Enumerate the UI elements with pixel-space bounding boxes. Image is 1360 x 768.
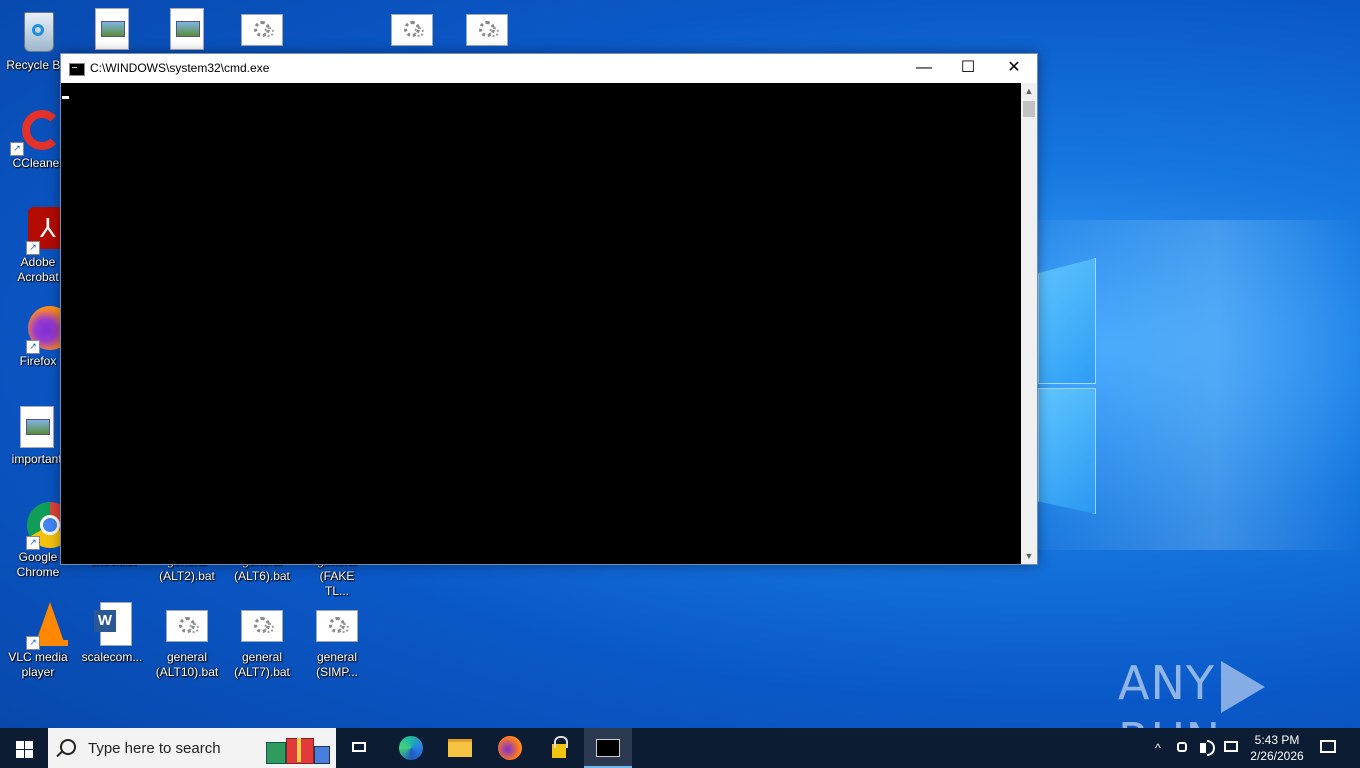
general-alt7-label: general (ALT7).bat <box>234 650 290 679</box>
batch-file-icon <box>166 610 208 642</box>
shortcut-arrow-icon: ↗ <box>26 241 40 255</box>
batch-file-icon <box>466 14 508 46</box>
console-app-icon <box>596 739 620 757</box>
taskbar-clock[interactable]: 5:43 PM 2/26/2026 <box>1244 732 1310 764</box>
taskbar-file-explorer[interactable] <box>436 728 484 768</box>
cmd-window[interactable]: C:\WINDOWS\system32\cmd.exe — ☐ ✕ ▲ ▼ <box>60 53 1038 565</box>
chrome-icon: ↗ <box>14 500 73 550</box>
wallpaper-windows-logo <box>1038 258 1096 514</box>
scroll-down-arrow-icon[interactable]: ▼ <box>1021 548 1037 564</box>
batch-file-icon <box>391 14 433 46</box>
tray-overflow-chevron[interactable]: ^ <box>1148 728 1168 768</box>
notification-center-button[interactable] <box>1312 728 1344 768</box>
tray-network[interactable] <box>1220 728 1242 768</box>
vlc-icon: ↗ <box>14 600 68 650</box>
cmd-titlebar[interactable]: C:\WINDOWS\system32\cmd.exe — ☐ ✕ <box>61 54 1037 83</box>
desktop-icon-general-alt7[interactable]: general (ALT7).bat <box>224 600 300 680</box>
general-simp-label: general (SIMP... <box>316 650 358 679</box>
desktop-icon-image-file-2[interactable] <box>149 4 225 54</box>
batch-file-icon <box>241 14 283 46</box>
clock-time: 5:43 PM <box>1254 733 1300 747</box>
desktop-icon-bat-top-1[interactable] <box>224 4 300 54</box>
minimize-button[interactable]: — <box>901 54 947 83</box>
task-view-icon <box>352 742 366 752</box>
batch-file-icon <box>316 610 358 642</box>
cmd-window-title: C:\WINDOWS\system32\cmd.exe <box>90 61 270 75</box>
recycle-bin-icon <box>14 8 62 56</box>
maximize-button[interactable]: ☐ <box>945 54 991 83</box>
console-app-icon <box>69 63 85 76</box>
edge-icon <box>399 736 423 760</box>
task-view-button[interactable] <box>336 728 384 768</box>
notification-icon <box>1320 740 1336 753</box>
taskbar-cmd[interactable] <box>584 728 632 768</box>
shortcut-arrow-icon: ↗ <box>26 636 40 650</box>
taskbar-search-box[interactable]: Type here to search <box>48 728 336 768</box>
image-file-icon <box>20 406 54 448</box>
firefox-icon <box>498 736 522 760</box>
anyrun-watermark: ANYRUN <box>1118 656 1360 767</box>
adobe-acrobat-label: Adobe Acrobat <box>17 255 59 284</box>
taskbar-edge[interactable] <box>386 728 434 768</box>
scalecom-label: scalecom... <box>81 650 143 664</box>
desktop-icon-general-alt10[interactable]: general (ALT10).bat <box>149 600 225 680</box>
shortcut-arrow-icon: ↗ <box>10 142 24 156</box>
scroll-up-arrow-icon[interactable]: ▲ <box>1021 83 1037 99</box>
image-file-icon <box>170 8 204 50</box>
desktop-icon-general-simp[interactable]: general (SIMP... <box>299 600 375 680</box>
scrollbar-thumb[interactable] <box>1023 101 1035 117</box>
text-cursor <box>62 96 69 99</box>
batch-file-icon <box>241 610 283 642</box>
tray-meet-now[interactable] <box>1172 728 1194 768</box>
image-file-icon <box>95 8 129 50</box>
camera-icon <box>1177 742 1187 752</box>
watermark-any: ANY <box>1118 656 1215 710</box>
start-button[interactable] <box>0 728 48 768</box>
chrome-label: Google Chrome <box>16 550 60 579</box>
word-document-icon: W <box>88 600 136 648</box>
network-icon <box>1224 741 1238 752</box>
adobe-acrobat-icon: ⅄ ↗ <box>14 205 72 255</box>
tray-volume[interactable] <box>1196 728 1218 768</box>
desktop-icon-bat-top-3[interactable] <box>449 4 525 54</box>
firefox-icon: ↗ <box>14 304 72 354</box>
taskbar-lock-app[interactable] <box>536 728 584 768</box>
desktop-icon-vlc[interactable]: ↗ VLC media player <box>0 600 76 680</box>
general-alt10-label: general (ALT10).bat <box>155 650 219 679</box>
shortcut-arrow-icon: ↗ <box>26 340 40 354</box>
windows-start-icon <box>16 741 24 749</box>
clock-date: 2/26/2026 <box>1250 749 1304 763</box>
taskbar-firefox[interactable] <box>486 728 534 768</box>
vlc-label: VLC media player <box>8 650 68 679</box>
ccleaner-icon: ↗ <box>10 106 62 156</box>
play-triangle-icon <box>1220 660 1265 713</box>
vertical-scrollbar[interactable]: ▲ ▼ <box>1021 83 1037 564</box>
desktop-icon-bat-top-2[interactable] <box>374 4 450 54</box>
console-output-area[interactable] <box>61 83 1021 564</box>
folder-icon <box>448 739 472 757</box>
speaker-icon <box>1200 743 1206 753</box>
search-icon <box>60 739 76 755</box>
search-highlight-gifts-icon <box>264 734 330 764</box>
taskbar: Type here to search ^ 5:43 PM 2/26/2026 <box>0 728 1360 768</box>
search-placeholder: Type here to search <box>88 740 221 757</box>
close-button[interactable]: ✕ <box>991 54 1037 83</box>
desktop-icon-scalecom[interactable]: W scalecom... <box>74 600 150 665</box>
shortcut-arrow-icon: ↗ <box>26 536 40 550</box>
desktop-icon-image-file-1[interactable] <box>74 4 150 54</box>
